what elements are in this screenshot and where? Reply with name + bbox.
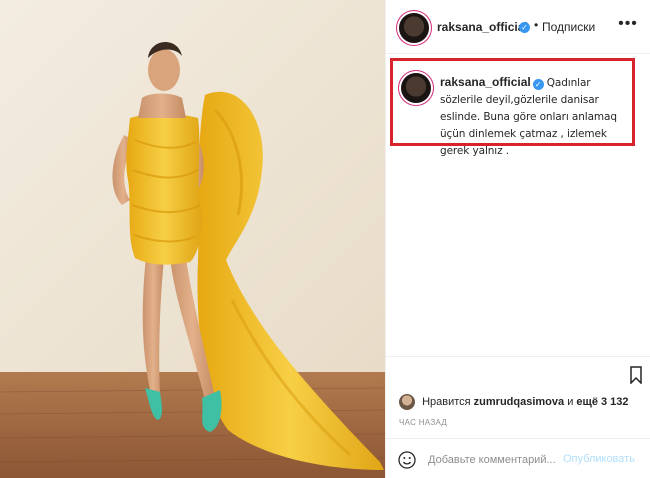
author-username[interactable]: raksana_official — [437, 20, 528, 34]
verified-badge-icon: ✓ — [519, 22, 530, 33]
liker-username[interactable]: zumrudqasimova — [474, 396, 564, 408]
caption-highlight-box: raksana_official ✓ Qadınlar sözlerile deyi… — [390, 58, 635, 157]
emoji-icon[interactable] — [398, 451, 416, 469]
post-actions-bar — [386, 356, 650, 386]
author-avatar[interactable] — [399, 13, 429, 43]
post-timestamp[interactable]: ЧАС НАЗАД — [399, 418, 447, 427]
publish-comment-button[interactable]: Опубликовать — [563, 453, 635, 465]
likes-connector: и — [567, 395, 574, 408]
caption-text-block: raksana_official ✓ Qadınlar sözlerile deyi… — [440, 74, 632, 159]
caption-username[interactable]: raksana_official — [440, 75, 531, 89]
likes-count-link[interactable]: ещё 3 132 — [576, 396, 628, 408]
comment-bar: Опубликовать — [386, 438, 650, 478]
photo-woman-yellow-dress — [0, 0, 385, 478]
following-button[interactable]: Подписки — [542, 20, 595, 34]
liker-avatar[interactable] — [399, 394, 415, 410]
post-photo[interactable] — [0, 0, 385, 478]
comment-input[interactable] — [428, 450, 563, 470]
caption-body: Qadınlar sözlerile deyil,gözlerile danis… — [440, 77, 617, 157]
caption-verified-badge-icon: ✓ — [532, 79, 544, 90]
bookmark-icon[interactable] — [630, 366, 642, 384]
more-options-icon[interactable]: ••• — [618, 14, 638, 34]
post-side-panel: raksana_official ✓ • Подписки ••• raksan… — [385, 0, 650, 478]
post-header: raksana_official ✓ • Подписки ••• — [386, 0, 650, 54]
likes-summary: Нравится zumrudqasimova и ещё 3 132 — [399, 394, 629, 410]
likes-prefix: Нравится — [422, 395, 471, 408]
separator-dot: • — [534, 18, 539, 32]
caption-avatar[interactable] — [401, 73, 431, 103]
